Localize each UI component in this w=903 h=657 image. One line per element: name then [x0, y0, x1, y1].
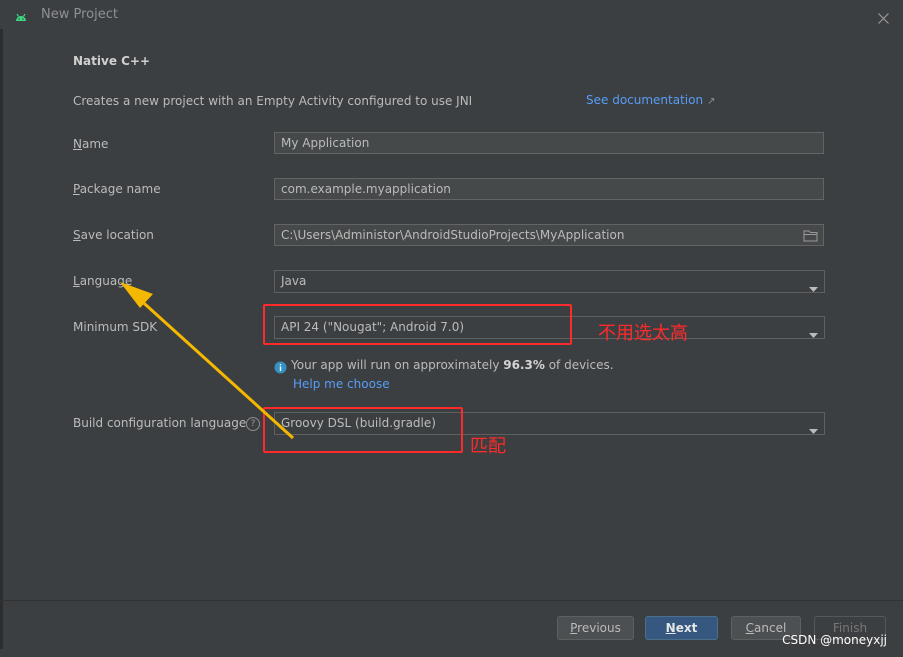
annotation-arrow	[120, 282, 295, 440]
watermark: CSDN @moneyxjj	[782, 633, 887, 647]
new-project-dialog: New Project Native C++ Creates a new pro…	[0, 0, 903, 657]
